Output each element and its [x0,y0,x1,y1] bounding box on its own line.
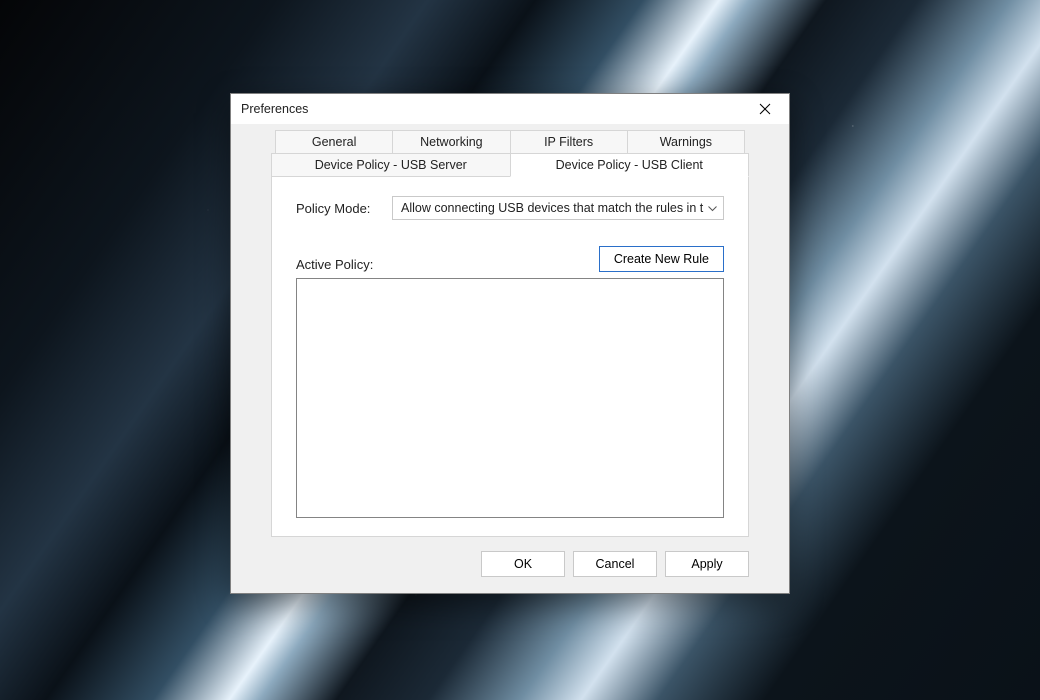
policy-mode-select[interactable]: Allow connecting USB devices that match … [392,196,724,220]
window-title: Preferences [241,102,308,116]
preferences-window: Preferences General Networking IP Filter… [230,93,790,594]
close-button[interactable] [745,96,785,122]
tab-general[interactable]: General [275,130,393,153]
tab-device-policy-usb-server[interactable]: Device Policy - USB Server [271,153,511,177]
tabs-row-1: General Networking IP Filters Warnings [275,130,745,153]
active-policy-listbox[interactable] [296,278,724,518]
tab-device-policy-usb-client[interactable]: Device Policy - USB Client [510,153,750,177]
tab-ip-filters[interactable]: IP Filters [510,130,628,153]
cancel-button[interactable]: Cancel [573,551,657,577]
tab-panel: Policy Mode: Allow connecting USB device… [271,176,749,537]
policy-mode-value: Allow connecting USB devices that match … [401,201,704,215]
window-client-area: General Networking IP Filters Warnings D… [231,124,789,593]
tab-warnings[interactable]: Warnings [627,130,745,153]
tabs-row-2: Device Policy - USB Server Device Policy… [271,153,749,177]
create-new-rule-button[interactable]: Create New Rule [599,246,724,272]
chevron-down-icon [708,201,717,215]
policy-mode-row: Policy Mode: Allow connecting USB device… [296,196,724,220]
policy-mode-label: Policy Mode: [296,201,378,216]
tab-networking[interactable]: Networking [392,130,510,153]
apply-button[interactable]: Apply [665,551,749,577]
desktop-background: Preferences General Networking IP Filter… [0,0,1040,700]
titlebar[interactable]: Preferences [231,94,789,124]
active-policy-header-row: Active Policy: Create New Rule [296,246,724,272]
close-icon [759,103,771,115]
dialog-footer: OK Cancel Apply [241,537,779,581]
tab-strip: General Networking IP Filters Warnings D… [241,130,779,177]
ok-button[interactable]: OK [481,551,565,577]
active-policy-label: Active Policy: [296,257,373,272]
